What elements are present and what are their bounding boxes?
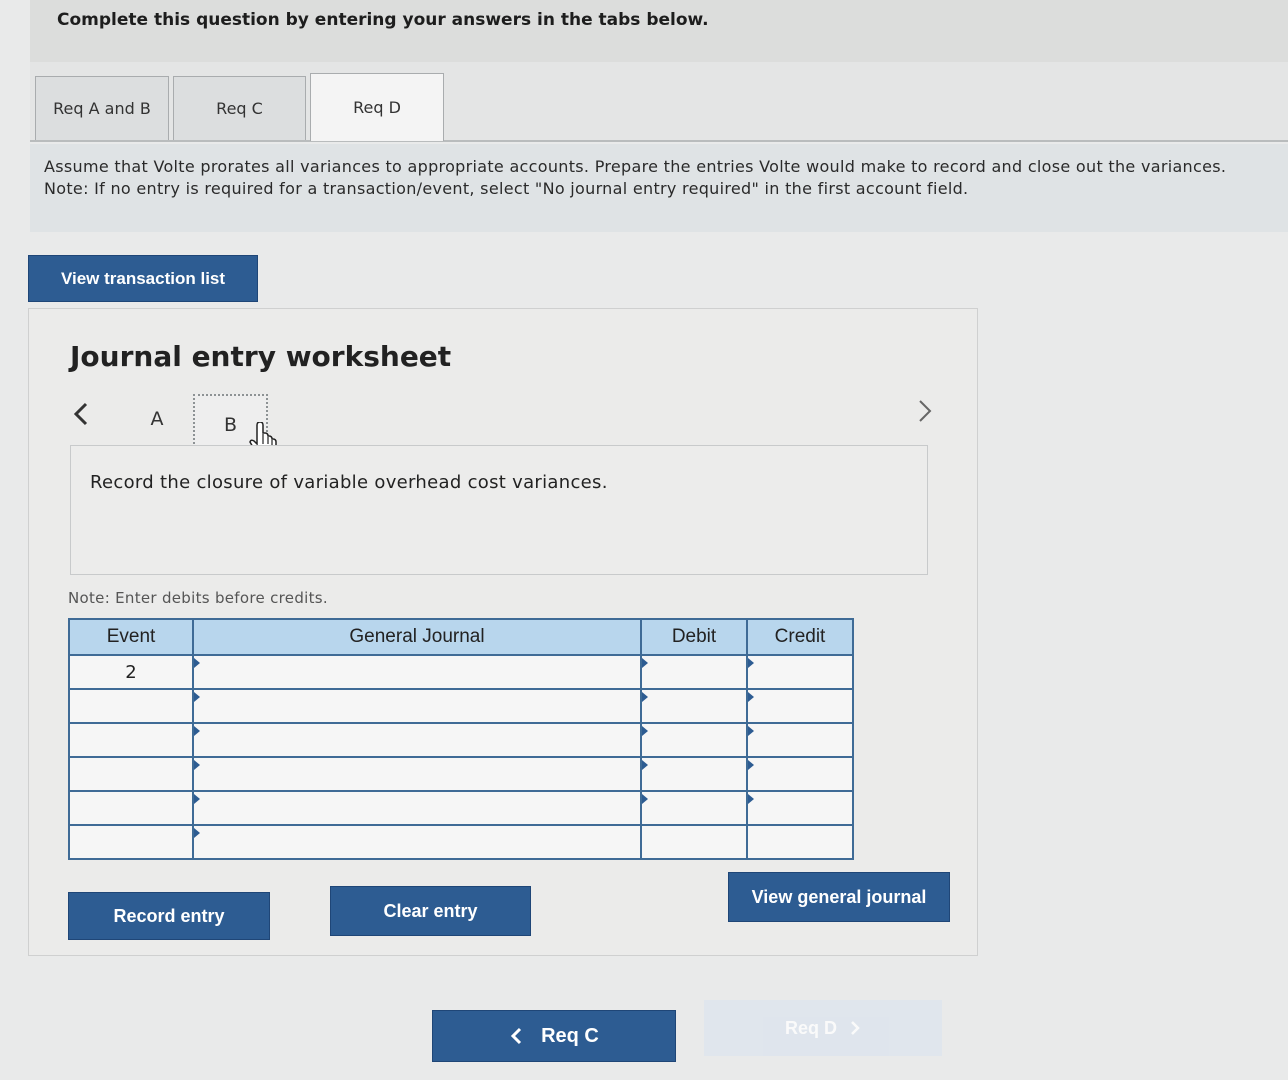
tab-req-c[interactable]: Req C — [173, 76, 306, 140]
column-header-credit: Credit — [746, 618, 854, 656]
table-row — [68, 756, 854, 792]
page-title: Complete this question by entering your … — [57, 10, 709, 30]
table-row — [68, 790, 854, 826]
event-cell — [68, 722, 194, 758]
account-select[interactable] — [192, 756, 642, 792]
entry-description-box — [70, 445, 928, 575]
debit-input[interactable] — [640, 722, 748, 758]
next-req-d-button: Req D — [704, 1000, 942, 1056]
tab-req-a-and-b[interactable]: Req A and B — [35, 76, 169, 140]
account-select[interactable] — [192, 654, 642, 690]
chevron-right-icon — [919, 400, 932, 422]
debit-input[interactable] — [640, 654, 748, 690]
debit-input[interactable] — [640, 688, 748, 724]
credit-input[interactable] — [746, 790, 854, 826]
account-select[interactable] — [192, 688, 642, 724]
tab-req-d[interactable]: Req D — [310, 73, 444, 141]
column-header-event: Event — [68, 618, 194, 656]
debit-input[interactable] — [640, 824, 748, 860]
account-select[interactable] — [192, 824, 642, 860]
chevron-left-icon — [510, 1027, 522, 1045]
next-entry-button[interactable] — [916, 398, 934, 431]
entry-tab-a[interactable]: A — [138, 398, 176, 440]
prev-req-c-button[interactable]: Req C — [432, 1010, 676, 1062]
event-cell — [68, 756, 194, 792]
table-row: 2 — [68, 654, 854, 690]
record-entry-button[interactable]: Record entry — [68, 892, 270, 940]
entry-description: Record the closure of variable overhead … — [90, 472, 608, 493]
debit-input[interactable] — [640, 790, 748, 826]
instructions: Assume that Volte prorates all variances… — [30, 144, 1288, 232]
event-cell: 2 — [68, 654, 194, 690]
clear-entry-button[interactable]: Clear entry — [330, 886, 531, 936]
account-select[interactable] — [192, 790, 642, 826]
debits-note: Note: Enter debits before credits. — [68, 589, 328, 607]
event-cell — [68, 790, 194, 826]
table-row — [68, 688, 854, 724]
account-select[interactable] — [192, 722, 642, 758]
credit-input[interactable] — [746, 722, 854, 758]
credit-input[interactable] — [746, 756, 854, 792]
credit-input[interactable] — [746, 824, 854, 860]
column-header-debit: Debit — [640, 618, 748, 656]
chevron-right-icon — [851, 1021, 860, 1035]
table-row — [68, 722, 854, 758]
event-cell — [68, 824, 194, 860]
next-req-label: Req D — [784, 1017, 837, 1038]
column-header-general-journal: General Journal — [192, 618, 642, 656]
worksheet-title: Journal entry worksheet — [70, 340, 452, 373]
instructions-line: Assume that Volte prorates all variances… — [44, 157, 1227, 176]
view-transaction-list-button[interactable]: View transaction list — [28, 255, 258, 302]
chevron-left-icon — [73, 402, 88, 426]
journal-table: Event General Journal Debit Credit 2 — [68, 618, 854, 860]
prev-entry-button[interactable] — [72, 400, 90, 435]
event-cell — [68, 688, 194, 724]
credit-input[interactable] — [746, 688, 854, 724]
instructions-note: Note: If no entry is required for a tran… — [44, 179, 969, 198]
debit-input[interactable] — [640, 756, 748, 792]
prev-req-label: Req C — [541, 1024, 599, 1047]
view-general-journal-button[interactable]: View general journal — [728, 872, 950, 922]
table-row — [68, 824, 854, 860]
credit-input[interactable] — [746, 654, 854, 690]
